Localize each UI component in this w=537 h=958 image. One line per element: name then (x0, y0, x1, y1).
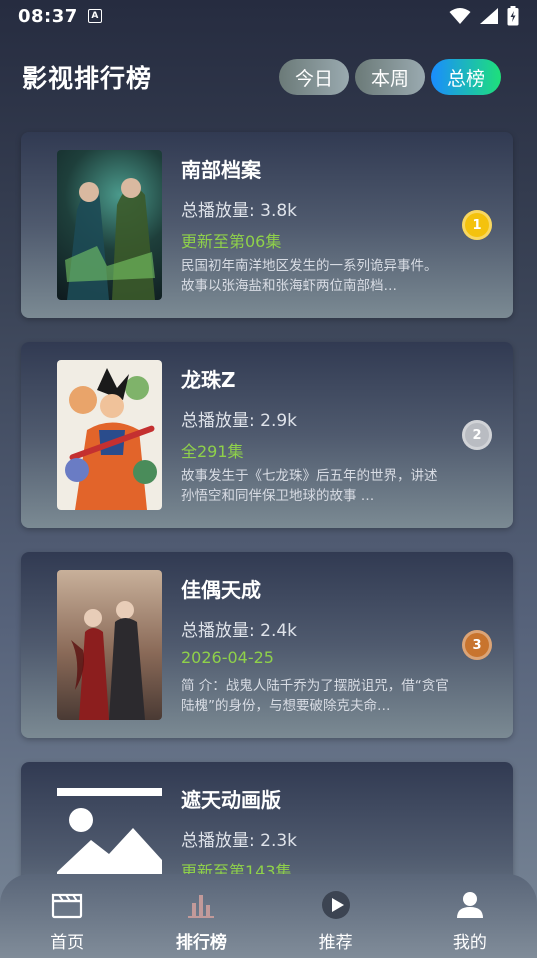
item-play-count: 总播放量: 3.8k (181, 201, 298, 221)
item-episode-status: 全291集 (181, 442, 244, 461)
header: 影视排行榜 今日 本周 总榜 (0, 52, 537, 102)
item-episode-status: 更新至第06集 (181, 232, 282, 251)
poster-image (57, 570, 162, 720)
list-item[interactable]: 南部档案 总播放量: 3.8k 更新至第06集 民国初年南洋地区发生的一系列诡异… (21, 132, 513, 318)
poster-art (71, 601, 145, 720)
page-title: 影视排行榜 (22, 64, 153, 93)
user-icon (453, 888, 487, 922)
list-item[interactable]: 龙珠Z 总播放量: 2.9k 全291集 故事发生于《七龙珠》后五年的世界，讲述… (21, 342, 513, 528)
tab-all-time[interactable]: 总榜 (430, 59, 501, 95)
poster-image (57, 360, 162, 510)
bottom-nav: 首页 排行榜 推荐 我的 (0, 874, 537, 958)
play-circle-icon (319, 888, 353, 922)
status-bar: 08:37 A (0, 0, 537, 32)
item-title: 龙珠Z (181, 368, 236, 392)
status-icons (449, 6, 519, 26)
wifi-icon (449, 8, 471, 24)
rank-badge: 2 (462, 420, 492, 450)
item-play-count: 总播放量: 2.9k (181, 411, 298, 431)
item-play-count: 总播放量: 2.3k (181, 831, 298, 851)
notification-icon: A (87, 9, 102, 23)
item-release-date: 2026-04-25 (181, 648, 274, 667)
nav-profile-label: 我的 (452, 933, 487, 953)
clapperboard-icon (50, 888, 84, 922)
item-title: 佳偶天成 (181, 578, 261, 602)
signal-icon (480, 8, 498, 24)
item-play-count: 总播放量: 2.4k (181, 621, 298, 641)
item-description: 简 介：战鬼人陆千乔为了摆脱诅咒，借“贪官陆槐”的身份，与想要破除克夫命… (181, 678, 449, 714)
list-item[interactable]: 佳偶天成 总播放量: 2.4k 2026-04-25 简 介：战鬼人陆千乔为了摆… (21, 552, 513, 738)
nav-profile[interactable]: 我的 (420, 888, 520, 953)
tab-today[interactable]: 今日 (278, 59, 349, 95)
ranking-tabs: 今日 本周 总榜 (278, 59, 501, 95)
bar-chart-icon (184, 888, 218, 922)
nav-home[interactable]: 首页 (17, 888, 117, 953)
nav-ranking[interactable]: 排行榜 (151, 888, 251, 953)
tab-week[interactable]: 本周 (354, 59, 425, 95)
nav-home-label: 首页 (50, 933, 85, 953)
item-description: 民国初年南洋地区发生的一系列诡异事件。故事以张海盐和张海虾两位南部档… (181, 258, 438, 294)
item-title: 南部档案 (181, 158, 261, 182)
status-time: 08:37 (18, 5, 78, 27)
nav-ranking-label: 排行榜 (175, 933, 227, 953)
nav-recommend[interactable]: 推荐 (286, 888, 386, 953)
nav-recommend-label: 推荐 (318, 933, 353, 953)
rank-badge: 1 (462, 210, 492, 240)
poster-art (65, 178, 155, 300)
poster-art (65, 368, 157, 510)
rank-badge: 3 (462, 630, 492, 660)
item-title: 遮天动画版 (181, 788, 281, 812)
poster-image (57, 150, 162, 300)
battery-icon (507, 6, 519, 26)
item-description: 故事发生于《七龙珠》后五年的世界，讲述孙悟空和同伴保卫地球的故事 … (181, 468, 438, 504)
